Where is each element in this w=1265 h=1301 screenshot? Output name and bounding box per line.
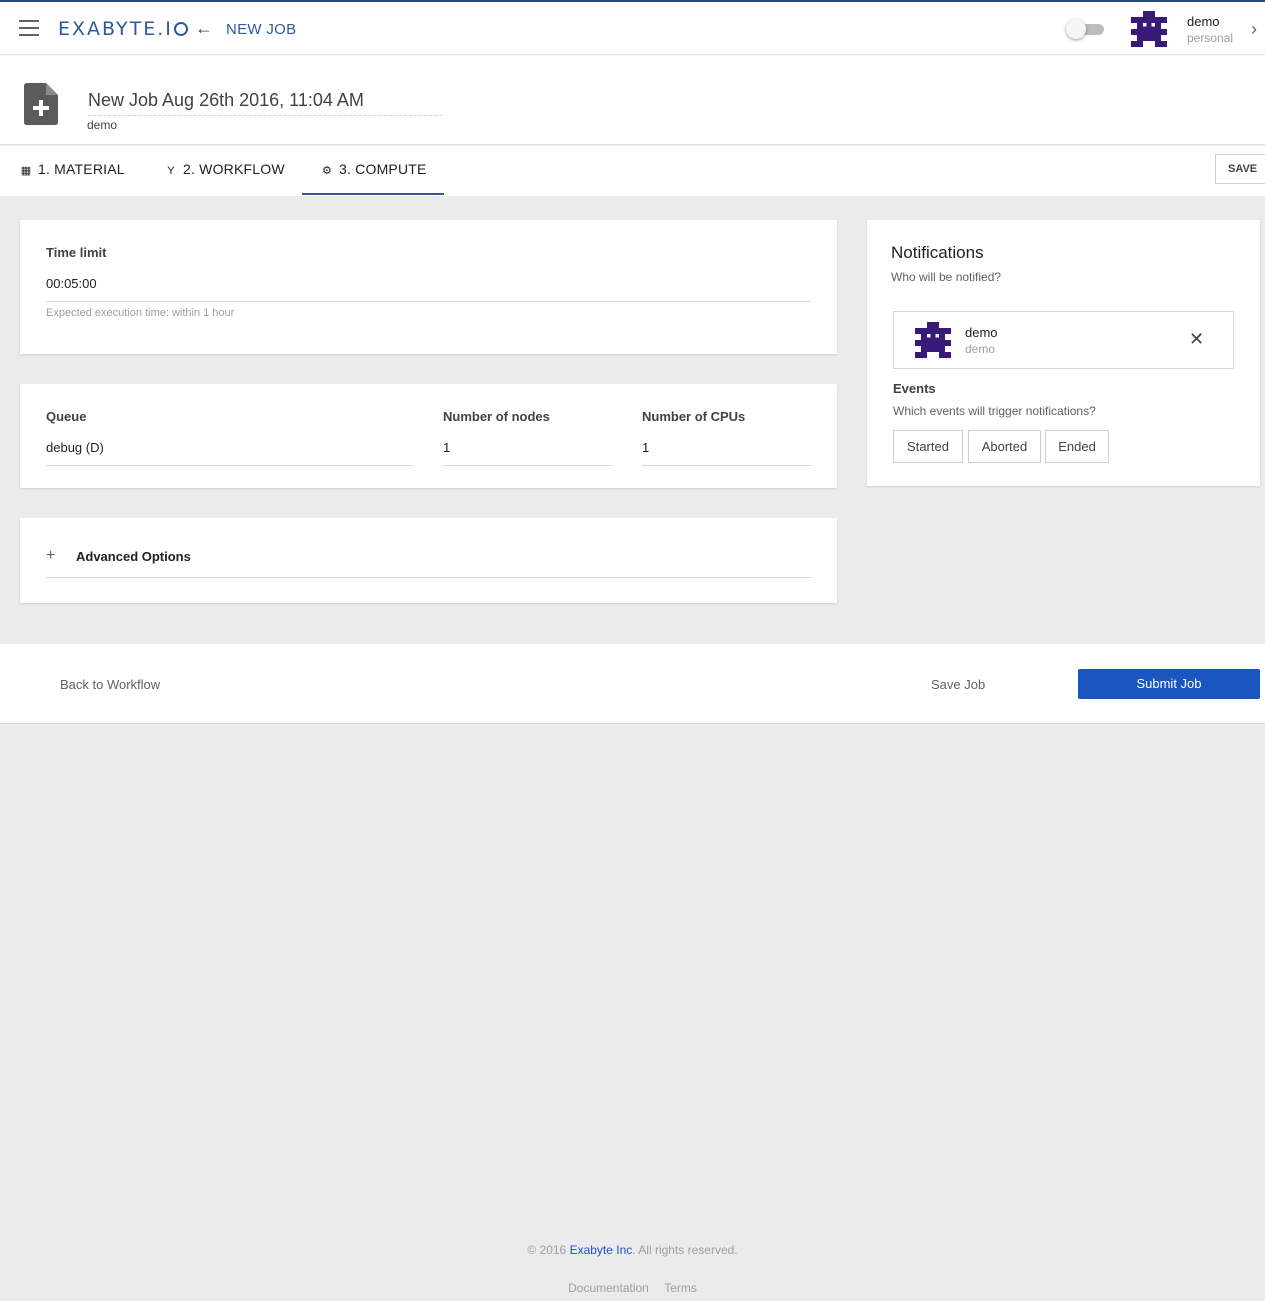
back-arrow-icon[interactable]: ←	[195, 18, 213, 39]
advanced-options-toggle[interactable]: Advanced Options	[76, 549, 191, 564]
cpus-input[interactable]: 1	[642, 440, 811, 466]
gear-icon: ⚙	[321, 165, 333, 177]
time-limit-hint: Expected execution time: within 1 hour	[46, 307, 235, 319]
documentation-link[interactable]: Documentation	[568, 1281, 649, 1295]
job-name-field[interactable]: New Job Aug 26th 2016, 11:04 AM	[88, 90, 442, 116]
events-subtitle: Which events will trigger notifications?	[893, 404, 1096, 418]
user-avatar[interactable]	[1131, 11, 1167, 47]
company-link[interactable]: Exabyte Inc	[570, 1243, 633, 1257]
notifications-card: Notifications Who will be notified? demo…	[867, 220, 1260, 486]
save-button[interactable]: SAVE	[1215, 154, 1265, 184]
footer-links: Documentation Terms	[0, 1281, 1265, 1295]
job-owner: demo	[87, 118, 118, 132]
tab-label: 1. MATERIAL	[38, 161, 125, 177]
notifications-title: Notifications	[891, 243, 984, 262]
cpus-label: Number of CPUs	[642, 409, 746, 424]
chevron-right-icon[interactable]: ›	[1251, 19, 1257, 40]
logo-text: EXABYTE.I	[58, 18, 173, 40]
terms-link[interactable]: Terms	[664, 1281, 697, 1295]
advanced-options-card: + Advanced Options	[20, 518, 837, 603]
time-limit-card: Time limit 00:05:00 Expected execution t…	[20, 220, 837, 354]
copyright-prefix: © 2016	[527, 1243, 570, 1257]
back-to-workflow-button[interactable]: Back to Workflow	[60, 677, 160, 692]
toggle-knob	[1066, 19, 1086, 39]
tab-workflow[interactable]: Y 2. WORKFLOW	[164, 146, 285, 195]
new-document-icon	[24, 83, 58, 125]
save-job-button[interactable]: Save Job	[931, 677, 985, 692]
nodes-input[interactable]: 1	[443, 440, 612, 466]
user-account-type: personal	[1187, 31, 1234, 45]
tab-compute[interactable]: ⚙ 3. COMPUTE	[302, 146, 444, 195]
event-ended-button[interactable]: Ended	[1045, 430, 1109, 463]
recipient-username: demo	[965, 342, 996, 356]
time-limit-label: Time limit	[46, 245, 107, 260]
job-header: New Job Aug 26th 2016, 11:04 AM demo	[0, 55, 1265, 145]
menu-icon[interactable]	[19, 20, 39, 36]
recipient-name: demo	[965, 325, 998, 340]
job-actions-bar: Back to Workflow Save Job Submit Job	[0, 644, 1265, 724]
recipient-avatar	[915, 322, 951, 358]
exabyte-logo[interactable]: EXABYTE.I	[58, 18, 188, 40]
queue-label: Queue	[46, 409, 87, 424]
submit-job-button[interactable]: Submit Job	[1078, 669, 1260, 699]
event-aborted-button[interactable]: Aborted	[968, 430, 1041, 463]
divider	[46, 577, 811, 578]
page-title: NEW JOB	[226, 21, 297, 38]
theme-toggle[interactable]	[1066, 19, 1104, 39]
recipient-chip: demo demo ✕	[893, 311, 1234, 369]
tab-label: 3. COMPUTE	[339, 161, 427, 177]
tab-material[interactable]: ▦ 1. MATERIAL	[19, 146, 125, 195]
top-app-bar: EXABYTE.I ← NEW JOB demo personal ›	[0, 0, 1265, 55]
event-started-button[interactable]: Started	[893, 430, 963, 463]
copyright-suffix: . All rights reserved.	[632, 1243, 738, 1257]
remove-recipient-close-icon[interactable]: ✕	[1189, 330, 1204, 348]
branch-icon: Y	[167, 165, 175, 177]
logo-mark-icon	[173, 22, 188, 36]
queue-select[interactable]: debug (D)	[46, 440, 413, 466]
grid-icon: ▦	[20, 165, 32, 177]
job-steps-tabs: ▦ 1. MATERIAL Y 2. WORKFLOW ⚙ 3. COMPUTE SA…	[0, 146, 1265, 196]
notifications-subtitle: Who will be notified?	[891, 270, 1002, 284]
user-name: demo	[1187, 14, 1220, 29]
expand-plus-icon[interactable]: +	[46, 547, 55, 565]
copyright: © 2016 Exabyte Inc. All rights reserved.	[0, 1243, 1265, 1257]
nodes-label: Number of nodes	[443, 409, 550, 424]
time-limit-input[interactable]: 00:05:00	[46, 276, 811, 302]
events-title: Events	[893, 381, 936, 396]
tab-label: 2. WORKFLOW	[183, 161, 285, 177]
resources-card: Queue debug (D) Number of nodes 1 Number…	[20, 384, 837, 488]
